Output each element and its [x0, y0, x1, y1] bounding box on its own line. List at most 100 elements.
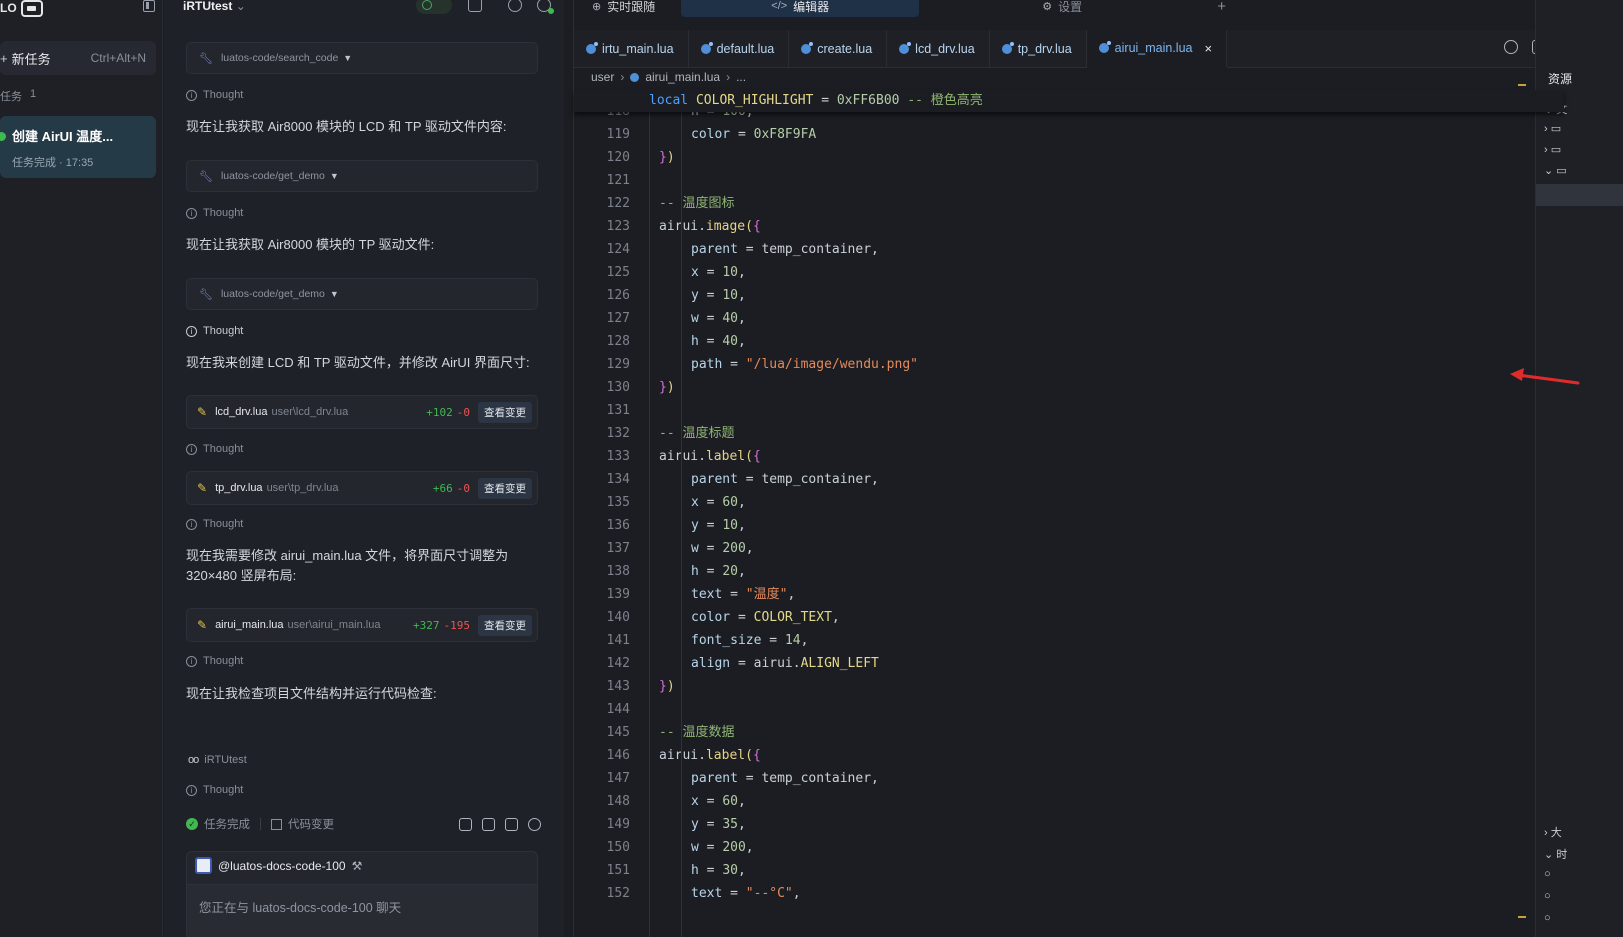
sticky-scroll-line[interactable]: local COLOR_HIGHLIGHT = 0xFF6B00 -- 橙色高亮: [574, 90, 1564, 112]
code-line[interactable]: 127 w = 40,: [574, 307, 1564, 330]
app-logo: LO: [0, 0, 43, 17]
tab-settings[interactable]: ⚙ 设置: [937, 0, 1187, 17]
file-tab[interactable]: irtu_main.lua: [574, 30, 689, 68]
folder-row[interactable]: › ▭: [1544, 122, 1561, 135]
code-line[interactable]: 147 parent = temp_container,: [574, 767, 1564, 790]
refresh-icon[interactable]: [528, 817, 541, 831]
thumbs-down-icon[interactable]: [482, 817, 495, 831]
file-tab[interactable]: create.lua: [789, 30, 888, 68]
code-line[interactable]: 131: [574, 399, 1564, 422]
thumbs-up-icon[interactable]: [459, 817, 472, 831]
file-tab-active[interactable]: airui_main.lua ×: [1086, 30, 1228, 68]
file-change-card[interactable]: ✎ lcd_drv.lua user\lcd_drv.lua +102 -0 查…: [186, 395, 538, 429]
code-line[interactable]: 128 h = 40,: [574, 330, 1564, 353]
code-line[interactable]: 122 -- 温度图标: [574, 192, 1564, 215]
connection-status-icon[interactable]: [416, 0, 452, 14]
tool-call-card[interactable]: 🔧︎ luatos-code/get_demo ▼: [186, 278, 538, 310]
thought-toggle[interactable]: i Thought: [186, 443, 243, 455]
code-line[interactable]: 125 x = 10,: [574, 261, 1564, 284]
selected-row[interactable]: [1536, 184, 1623, 206]
code-line[interactable]: 137 w = 200,: [574, 537, 1564, 560]
file-tab[interactable]: default.lua: [689, 30, 790, 68]
code-text: y = 10,: [691, 514, 746, 537]
sticky-code: local COLOR_HIGHLIGHT = 0xFF6B00 -- 橙色高亮: [649, 91, 983, 111]
tab-editor[interactable]: </> 编辑器: [681, 0, 920, 17]
new-task-button[interactable]: + 新任务 Ctrl+Alt+N: [0, 41, 156, 75]
thought-toggle[interactable]: i Thought: [186, 784, 243, 796]
explorer-section[interactable]: ⌄ 时: [1544, 846, 1567, 862]
code-line[interactable]: 124 parent = temp_container,: [574, 238, 1564, 261]
timeline-item[interactable]: ○: [1544, 868, 1551, 880]
add-tab-icon[interactable]: +: [1217, 0, 1226, 15]
history-icon[interactable]: [468, 0, 482, 12]
code-token: align: [691, 656, 731, 671]
view-changes-button[interactable]: 查看变更: [478, 401, 532, 423]
code-line[interactable]: 138 h = 20,: [574, 560, 1564, 583]
code-line[interactable]: 148 x = 60,: [574, 790, 1564, 813]
tab-live-follow[interactable]: ⊕ 实时跟随: [584, 0, 663, 17]
code-line[interactable]: 120}): [574, 146, 1564, 169]
thought-toggle[interactable]: i Thought: [186, 518, 243, 530]
code-line[interactable]: 149 y = 35,: [574, 813, 1564, 836]
thought-toggle[interactable]: i Thought: [186, 655, 243, 667]
code-changes-link[interactable]: 代码变更: [288, 816, 334, 832]
code-line[interactable]: 143}): [574, 675, 1564, 698]
view-changes-button[interactable]: 查看变更: [478, 477, 532, 499]
gear-icon[interactable]: [508, 0, 522, 12]
breadcrumb-item[interactable]: ...: [736, 70, 746, 84]
code-line[interactable]: 129 path = "/lua/image/wendu.png": [574, 353, 1564, 376]
file-tab[interactable]: lcd_drv.lua: [887, 30, 990, 68]
code-line[interactable]: 146 airui.label({: [574, 744, 1564, 767]
code-line[interactable]: 136 y = 10,: [574, 514, 1564, 537]
code-editor[interactable]: 118 h = 100, 119 color = 0xF8F9FA 120}) 121 12…: [574, 106, 1564, 937]
code-line[interactable]: 123 airui.image({: [574, 215, 1564, 238]
explorer-section[interactable]: › 大: [1544, 824, 1562, 840]
code-line[interactable]: 135 x = 60,: [574, 491, 1564, 514]
timeline-item[interactable]: ○: [1544, 890, 1551, 902]
code-line[interactable]: 150 w = 200,: [574, 836, 1564, 859]
code-line[interactable]: 134 parent = temp_container,: [574, 468, 1564, 491]
copy-icon[interactable]: [505, 817, 518, 831]
breadcrumb-item[interactable]: user: [591, 70, 614, 84]
timeline-item[interactable]: ○: [1544, 912, 1551, 924]
agent-chip[interactable]: @luatos-docs-code-100 ⚒: [195, 857, 362, 874]
account-icon[interactable]: [537, 0, 554, 14]
close-icon[interactable]: ×: [1205, 41, 1213, 56]
code-line[interactable]: 142 align = airui.ALIGN_LEFT: [574, 652, 1564, 675]
code-line[interactable]: 140 color = COLOR_TEXT,: [574, 606, 1564, 629]
code-line[interactable]: 119 color = 0xF8F9FA: [574, 123, 1564, 146]
tool-call-card[interactable]: 🔧︎ luatos-code/search_code ▼: [186, 42, 538, 74]
code-line[interactable]: 151 h = 30,: [574, 859, 1564, 882]
code-line[interactable]: 132 -- 温度标题: [574, 422, 1564, 445]
breadcrumb-item[interactable]: airui_main.lua: [645, 70, 720, 84]
code-line[interactable]: 139 text = "温度",: [574, 583, 1564, 606]
folder-row[interactable]: › ▭: [1544, 143, 1561, 156]
code-token: h: [691, 863, 699, 878]
code-line[interactable]: 133 airui.label({: [574, 445, 1564, 468]
code-line[interactable]: 141 font_size = 14,: [574, 629, 1564, 652]
scrollbar[interactable]: [1518, 76, 1526, 937]
code-line[interactable]: 130}): [574, 376, 1564, 399]
file-tab[interactable]: tp_drv.lua: [990, 30, 1087, 68]
chat-message-input[interactable]: [187, 884, 537, 937]
view-changes-button[interactable]: 查看变更: [478, 614, 532, 636]
gear-icon: ⚙: [1042, 0, 1053, 13]
tools-icon[interactable]: ⚒: [352, 859, 363, 873]
ai-assist-icon[interactable]: [1504, 40, 1518, 54]
thought-toggle[interactable]: i Thought: [186, 89, 243, 101]
code-line[interactable]: 145 -- 温度数据: [574, 721, 1564, 744]
sidebar-toggle-icon[interactable]: [143, 0, 155, 12]
task-item[interactable]: 创建 AirUI 温度... 任务完成 · 17:35: [0, 116, 156, 178]
code-line[interactable]: 126 y = 10,: [574, 284, 1564, 307]
thought-toggle[interactable]: i Thought: [186, 325, 243, 337]
file-change-card[interactable]: ✎ tp_drv.lua user\tp_drv.lua +66 -0 查看变更: [186, 471, 538, 505]
tool-call-card[interactable]: 🔧︎ luatos-code/get_demo ▼: [186, 160, 538, 192]
project-selector[interactable]: iRTUtest ⌄: [183, 0, 246, 13]
code-line[interactable]: 152 text = "--°C",: [574, 882, 1564, 905]
file-change-card[interactable]: ✎ airui_main.lua user\airui_main.lua +32…: [186, 608, 538, 642]
thought-toggle[interactable]: i Thought: [186, 207, 243, 219]
code-line[interactable]: 144: [574, 698, 1564, 721]
code-line[interactable]: 121: [574, 169, 1564, 192]
line-number: 136: [606, 518, 630, 533]
folder-row[interactable]: ⌄ ▭: [1544, 164, 1567, 177]
